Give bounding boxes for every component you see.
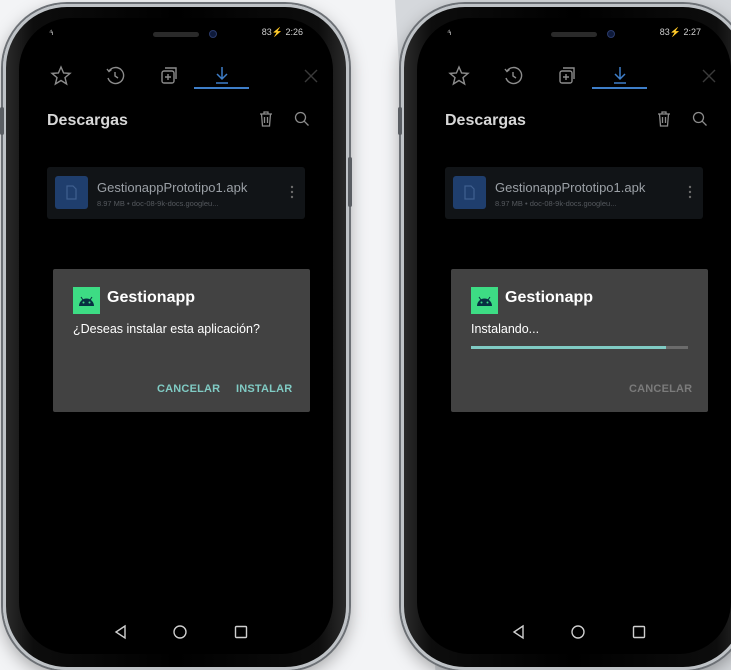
page-header: Descargas [445, 108, 711, 138]
close-icon [304, 69, 318, 83]
navigation-bar [417, 612, 731, 654]
dialog-message: ¿Deseas instalar esta aplicación? [73, 322, 260, 336]
front-camera [209, 30, 217, 38]
bookmarks-tab[interactable] [47, 62, 75, 90]
file-meta: 8.97 MB • doc-08-9k-docs.googleu... [97, 199, 219, 208]
back-button[interactable] [509, 622, 529, 642]
clock: 2:27 [683, 27, 701, 37]
android-app-icon [73, 287, 100, 314]
home-button[interactable] [568, 622, 588, 642]
battery-level: 83 [261, 27, 272, 37]
active-tab-indicator [194, 87, 249, 89]
delete-button[interactable] [255, 108, 277, 130]
bookmarks-tab[interactable] [445, 62, 473, 90]
recents-icon [632, 625, 646, 639]
signal-indicator: ⁴ₗₗ [447, 28, 451, 37]
trash-icon [658, 111, 670, 127]
file-icon [55, 176, 88, 209]
power-button [348, 157, 352, 207]
recents-button[interactable] [231, 622, 251, 642]
android-app-icon [471, 287, 498, 314]
close-tab[interactable] [297, 62, 325, 90]
cancel-button[interactable]: CANCELAR [629, 383, 692, 395]
screen: ⁴ₗₗ 83⚡ 2:26 Descargas GestionappPrototi… [19, 18, 333, 654]
speaker [153, 32, 199, 37]
home-icon [571, 625, 585, 639]
download-icon [614, 67, 626, 84]
install-dialog: Gestionapp ¿Deseas instalar esta aplicac… [53, 269, 310, 412]
history-icon [106, 66, 125, 85]
install-button[interactable]: INSTALAR [236, 383, 292, 395]
phone-right: ⁴ₗₗ 83⚡ 2:27 Descargas GestionappPrototi… [398, 4, 731, 670]
search-button[interactable] [689, 108, 711, 130]
back-icon [512, 624, 524, 640]
home-icon [173, 625, 187, 639]
volume-button [398, 107, 402, 135]
front-camera [607, 30, 615, 38]
install-progress-bar [471, 346, 688, 349]
home-button[interactable] [170, 622, 190, 642]
clock: 2:26 [285, 27, 303, 37]
tabs-tab[interactable] [552, 62, 580, 90]
more-vert-icon [290, 185, 294, 199]
tabs-icon [559, 67, 575, 84]
recents-button[interactable] [629, 622, 649, 642]
history-tab[interactable] [499, 62, 527, 90]
history-icon [504, 66, 523, 85]
download-item[interactable]: GestionappPrototipo1.apk 8.97 MB • doc-0… [47, 167, 305, 219]
dialog-message: Instalando... [471, 322, 540, 336]
search-icon [294, 111, 309, 126]
download-item[interactable]: GestionappPrototipo1.apk 8.97 MB • doc-0… [445, 167, 703, 219]
delete-button[interactable] [653, 108, 675, 130]
file-meta: 8.97 MB • doc-08-9k-docs.googleu... [495, 199, 617, 208]
battery-level: 83 [659, 27, 670, 37]
install-progress-fill [471, 346, 667, 349]
downloads-tab[interactable] [208, 62, 236, 90]
more-options-button[interactable] [285, 181, 299, 203]
file-name: GestionappPrototipo1.apk [495, 180, 646, 195]
search-icon [692, 111, 707, 126]
navigation-bar [19, 612, 333, 654]
cancel-button[interactable]: CANCELAR [157, 383, 220, 395]
browser-tabs [19, 56, 333, 96]
back-button[interactable] [111, 622, 131, 642]
signal-indicator: ⁴ₗₗ [49, 28, 53, 37]
app-name: Gestionapp [505, 289, 594, 306]
file-name: GestionappPrototipo1.apk [97, 180, 248, 195]
speaker [551, 32, 597, 37]
tabs-icon [161, 67, 177, 84]
status-bar: ⁴ₗₗ 83⚡ 2:27 [447, 27, 701, 38]
installing-dialog: Gestionapp Instalando... CANCELAR [451, 269, 708, 412]
star-icon [448, 65, 470, 86]
history-tab[interactable] [101, 62, 129, 90]
active-tab-indicator [592, 87, 647, 89]
download-icon [216, 67, 228, 84]
back-icon [114, 624, 126, 640]
app-name: Gestionapp [107, 289, 196, 306]
page-header: Descargas [47, 108, 313, 138]
volume-button [0, 107, 4, 135]
trash-icon [260, 111, 272, 127]
screen: ⁴ₗₗ 83⚡ 2:27 Descargas GestionappPrototi… [417, 18, 731, 654]
page-title: Descargas [47, 112, 128, 129]
browser-tabs [417, 56, 731, 96]
more-vert-icon [688, 185, 692, 199]
close-icon [702, 69, 716, 83]
page-title: Descargas [445, 112, 526, 129]
close-tab[interactable] [695, 62, 723, 90]
recents-icon [234, 625, 248, 639]
more-options-button[interactable] [683, 181, 697, 203]
search-button[interactable] [291, 108, 313, 130]
phone-left: ⁴ₗₗ 83⚡ 2:26 Descargas GestionappPrototi… [0, 4, 352, 670]
downloads-tab[interactable] [606, 62, 634, 90]
file-icon [453, 176, 486, 209]
star-icon [50, 65, 72, 86]
tabs-tab[interactable] [154, 62, 182, 90]
status-bar: ⁴ₗₗ 83⚡ 2:26 [49, 27, 303, 38]
